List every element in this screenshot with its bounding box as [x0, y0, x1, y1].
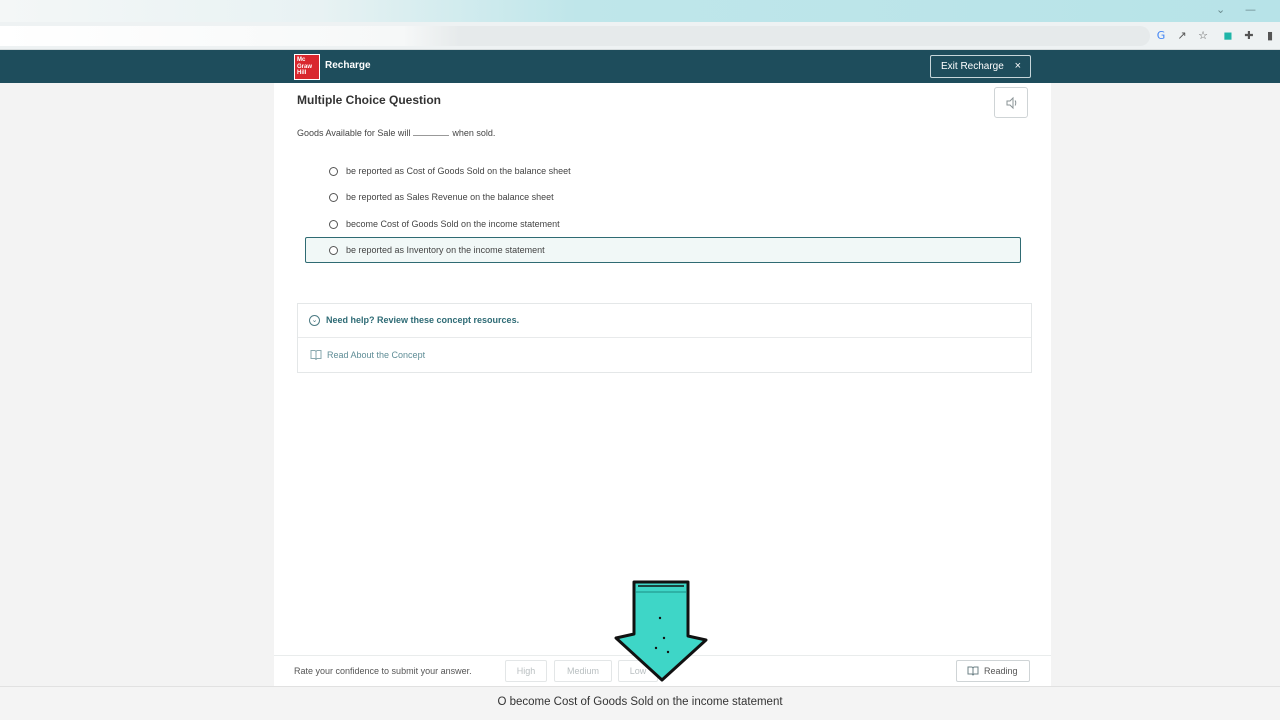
browser-title-bar: ⌄ — [0, 0, 1280, 22]
concept-resources-title: Need help? Review these concept resource… [326, 315, 520, 325]
stem-before: Goods Available for Sale will [297, 128, 411, 138]
book-icon [967, 666, 979, 676]
reading-button[interactable]: Reading [956, 660, 1030, 682]
question-stem: Goods Available for Sale will when sold. [297, 128, 495, 138]
radio-button[interactable] [329, 246, 338, 255]
radio-button[interactable] [329, 193, 338, 202]
share-icon[interactable]: ↗ [1174, 28, 1190, 44]
concept-resources-toggle[interactable]: ⌄ Need help? Review these concept resour… [298, 304, 1031, 338]
answer-option[interactable]: become Cost of Goods Sold on the income … [305, 211, 1021, 237]
side-panel-icon[interactable]: ▮ [1262, 28, 1278, 44]
read-about-concept-link[interactable]: Read About the Concept [327, 350, 425, 360]
confidence-prompt: Rate your confidence to submit your answ… [294, 666, 472, 676]
radio-button[interactable] [329, 220, 338, 229]
minimize-icon[interactable]: — [1245, 3, 1256, 16]
radio-button[interactable] [329, 167, 338, 176]
speaker-icon [1006, 96, 1017, 110]
extension-icon[interactable]: ◼ [1220, 28, 1236, 44]
exit-recharge-label: Exit Recharge [941, 61, 1004, 72]
question-heading: Multiple Choice Question [297, 93, 442, 107]
google-icon[interactable]: G [1153, 28, 1169, 44]
option-label: be reported as Inventory on the income s… [346, 245, 545, 255]
chevron-down-icon: ⌄ [309, 315, 320, 326]
option-label: be reported as Sales Revenue on the bala… [346, 192, 554, 202]
app-brand: Recharge [325, 60, 371, 71]
app-header: Mc Graw Hill Recharge Exit Recharge × [0, 50, 1280, 83]
browser-toolbar: G ↗ ☆ ◼ ✚ ▮ [0, 22, 1280, 50]
option-label: be reported as Cost of Goods Sold on the… [346, 166, 571, 176]
mcgraw-hill-logo: Mc Graw Hill [294, 54, 320, 80]
confidence-medium-button[interactable]: Medium [554, 660, 612, 682]
answer-blank [413, 135, 450, 136]
close-icon: × [1014, 60, 1021, 72]
answer-option-hovered[interactable]: be reported as Inventory on the income s… [305, 237, 1021, 263]
address-bar[interactable] [0, 26, 1150, 46]
book-icon [310, 350, 322, 360]
caption-bar: O become Cost of Goods Sold on the incom… [0, 686, 1280, 720]
logo-line: Hill [297, 70, 307, 76]
tab-search-icon[interactable]: ⌄ [1216, 3, 1225, 16]
extensions-puzzle-icon[interactable]: ✚ [1241, 28, 1257, 44]
confidence-high-button[interactable]: High [505, 660, 547, 682]
reading-label: Reading [984, 666, 1018, 676]
bookmark-star-icon[interactable]: ☆ [1195, 28, 1211, 44]
option-label: become Cost of Goods Sold on the income … [346, 219, 560, 229]
stem-after: when sold. [452, 128, 496, 138]
answer-option[interactable]: be reported as Cost of Goods Sold on the… [305, 158, 1021, 184]
exit-recharge-button[interactable]: Exit Recharge × [930, 55, 1031, 78]
answer-option[interactable]: be reported as Sales Revenue on the bala… [305, 184, 1021, 210]
down-arrow-icon [614, 580, 708, 682]
read-aloud-button[interactable] [994, 87, 1028, 118]
caption-text: O become Cost of Goods Sold on the incom… [497, 696, 783, 708]
concept-resources: ⌄ Need help? Review these concept resour… [297, 303, 1032, 373]
